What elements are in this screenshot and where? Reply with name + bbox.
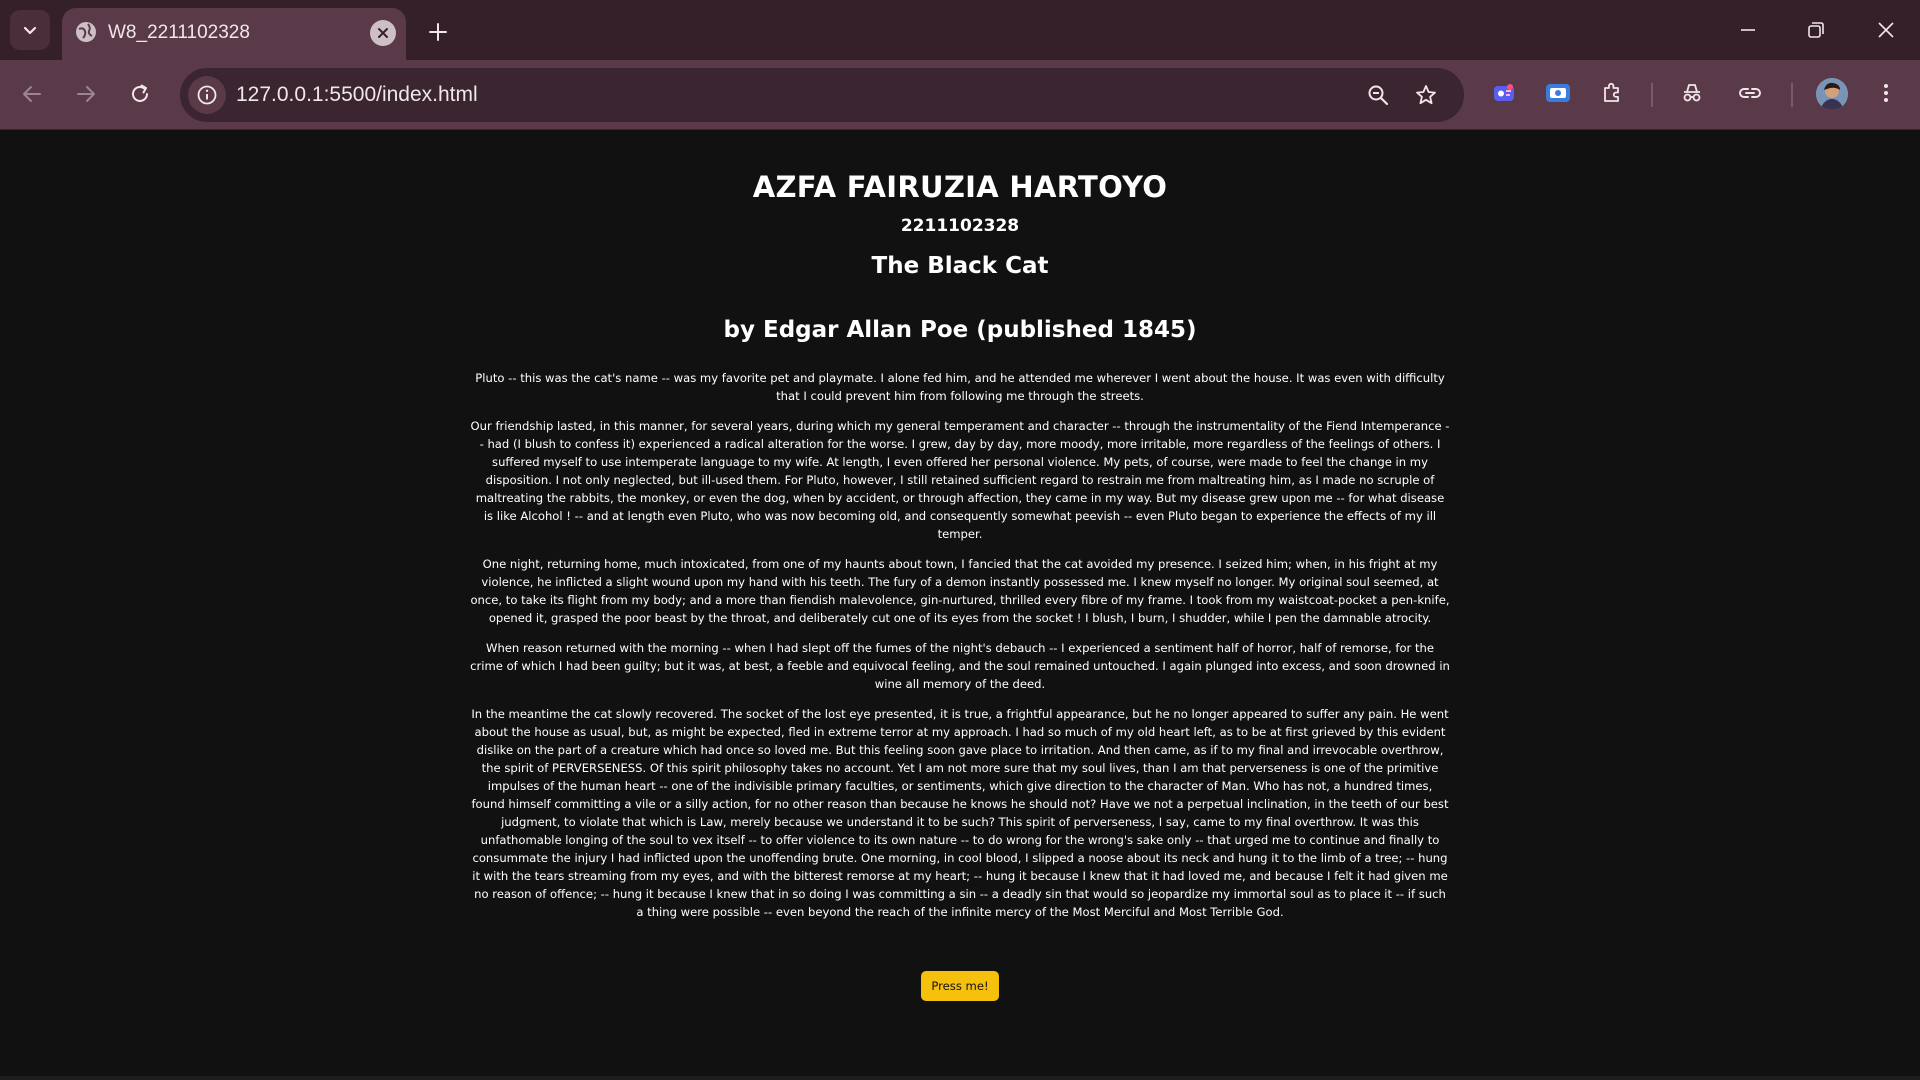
avatar-image — [1816, 78, 1848, 110]
student-id: 2211102328 — [900, 216, 1020, 236]
restore-icon — [1808, 22, 1824, 38]
extension-2-button[interactable] — [1538, 73, 1578, 113]
tab-close-button[interactable] — [370, 20, 396, 46]
toolbar-separator — [1791, 83, 1793, 107]
minimize-button[interactable] — [1720, 8, 1776, 52]
story-text: Pluto -- this was the cat's name -- was … — [470, 369, 1450, 921]
globe-icon — [74, 20, 98, 44]
bookmark-button[interactable] — [1408, 77, 1444, 113]
story-paragraph: When reason returned with the morning --… — [470, 641, 1450, 691]
zoom-out-icon — [1368, 85, 1389, 106]
star-icon — [1416, 85, 1436, 105]
address-bar[interactable]: 127.0.0.1:5500/index.html — [180, 68, 1464, 122]
story-paragraph: Our friendship lasted, in this manner, f… — [470, 419, 1450, 541]
puzzle-icon — [1604, 82, 1619, 102]
arrow-left-icon — [23, 86, 41, 102]
profile-avatar[interactable] — [1816, 78, 1848, 110]
minimize-icon — [1741, 29, 1755, 31]
tab-title: W8_2211102328 — [108, 22, 250, 43]
tab-search-button[interactable] — [10, 10, 50, 50]
reload-button[interactable] — [118, 72, 162, 116]
toolbar-separator — [1651, 83, 1653, 107]
story-title: The Black Cat — [871, 253, 1049, 279]
author-name-heading: AZFA FAIRUZIA HARTOYO — [752, 170, 1168, 204]
story-paragraph: Pluto -- this was the cat's name -- was … — [475, 371, 1445, 403]
plus-icon — [429, 23, 447, 41]
browser-tab-bar: W8_2211102328 — [0, 0, 1920, 60]
site-info-button[interactable] — [188, 76, 226, 114]
incognito-icon — [1683, 84, 1701, 102]
extensions-button[interactable] — [1592, 73, 1632, 113]
press-me-button[interactable]: Press me! — [921, 971, 999, 1001]
back-button[interactable] — [10, 72, 54, 116]
close-window-button[interactable] — [1858, 8, 1914, 52]
zoom-button[interactable] — [1360, 77, 1396, 113]
link-icon — [1739, 88, 1761, 98]
web-page-viewport: AZFA FAIRUZIA HARTOYO 2211102328 The Bla… — [0, 131, 1920, 1080]
reload-icon — [132, 84, 148, 102]
incognito-button[interactable] — [1672, 73, 1712, 113]
story-paragraph: One night, returning home, much intoxica… — [470, 557, 1450, 625]
url-text[interactable]: 127.0.0.1:5500/index.html — [236, 81, 478, 109]
close-icon — [378, 28, 388, 38]
screen-capture-extension-icon — [1546, 84, 1570, 102]
active-tab[interactable]: W8_2211102328 — [62, 8, 406, 60]
info-icon — [197, 85, 217, 105]
arrow-right-icon — [77, 86, 95, 102]
story-paragraph: In the meantime the cat slowly recovered… — [471, 707, 1449, 919]
browser-toolbar: 127.0.0.1:5500/index.html — [0, 60, 1920, 130]
page-bottom-edge — [0, 1076, 1920, 1080]
chevron-down-icon — [23, 26, 37, 35]
new-tab-button[interactable] — [420, 14, 456, 50]
browser-menu-button[interactable] — [1866, 73, 1906, 113]
restore-button[interactable] — [1788, 8, 1844, 52]
close-icon — [1878, 22, 1894, 38]
link-button[interactable] — [1730, 73, 1770, 113]
forward-button[interactable] — [64, 72, 108, 116]
video-chat-extension-icon — [1494, 84, 1514, 101]
more-vertical-icon — [1884, 84, 1888, 102]
story-byline: by Edgar Allan Poe (published 1845) — [723, 317, 1197, 343]
extension-1-button[interactable] — [1484, 73, 1524, 113]
page-content: AZFA FAIRUZIA HARTOYO 2211102328 The Bla… — [470, 131, 1450, 1001]
